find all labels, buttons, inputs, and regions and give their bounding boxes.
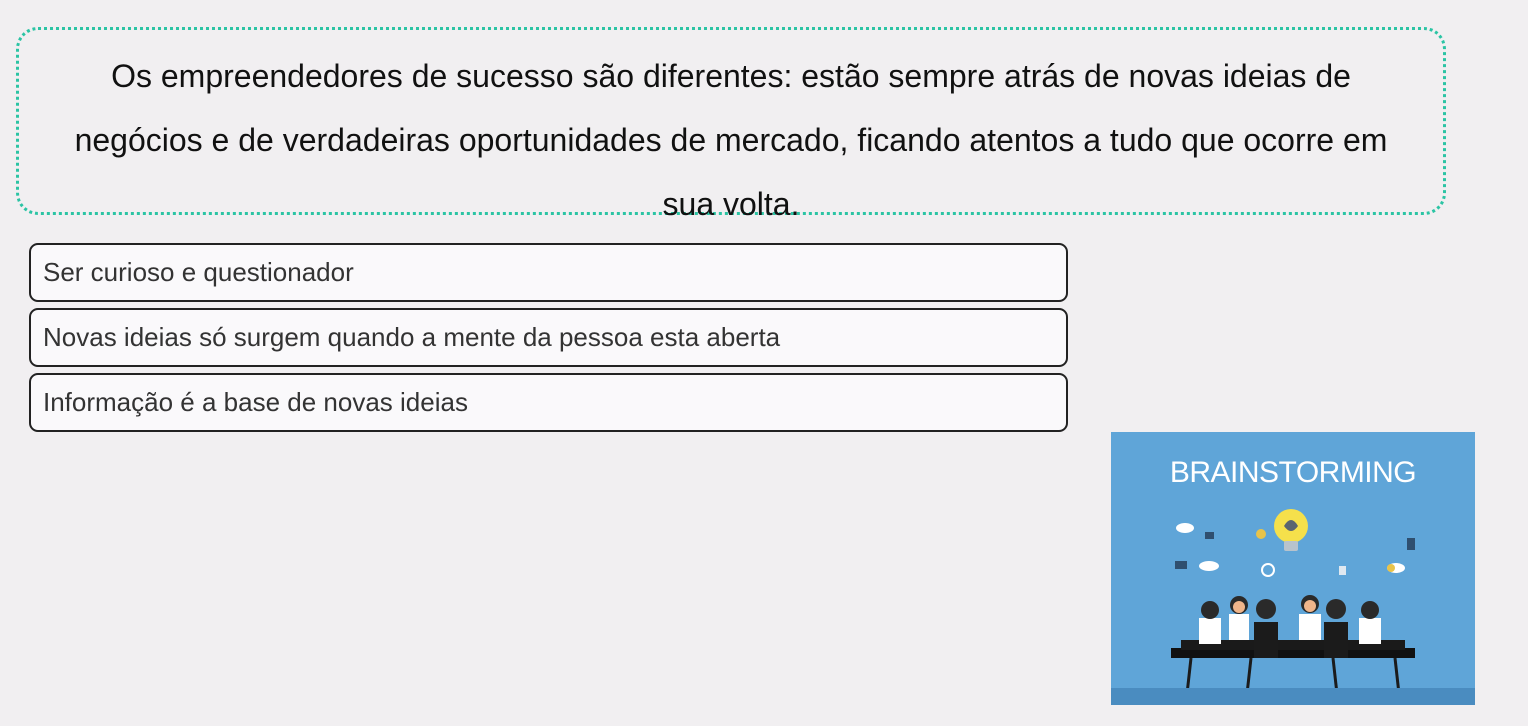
- option-open-mind[interactable]: Novas ideias só surgem quando a mente da…: [29, 308, 1068, 367]
- dot-icon: [1387, 564, 1395, 572]
- option-label: Novas ideias só surgem quando a mente da…: [43, 322, 781, 352]
- option-label: Ser curioso e questionador: [43, 257, 354, 287]
- option-label: Informação é a base de novas ideias: [43, 387, 468, 417]
- brainstorming-image: BRAINSTORMING: [1111, 432, 1475, 705]
- lightbulb-icon: [1274, 509, 1308, 551]
- doc-icon: [1339, 566, 1346, 575]
- device-icon: [1205, 532, 1214, 539]
- laptop-icon: [1175, 561, 1187, 569]
- quote-box: Os empreendedores de sucesso são diferen…: [16, 27, 1446, 222]
- option-curious[interactable]: Ser curioso e questionador: [29, 243, 1068, 302]
- quote-text: Os empreendedores de sucesso são diferen…: [74, 58, 1388, 222]
- dot-icon: [1256, 529, 1266, 539]
- phone-icon: [1407, 538, 1415, 550]
- option-information[interactable]: Informação é a base de novas ideias: [29, 373, 1068, 432]
- brainstorming-illustration: [1111, 509, 1475, 705]
- clock-icon: [1261, 563, 1275, 577]
- people-at-table-icon: [1171, 595, 1415, 695]
